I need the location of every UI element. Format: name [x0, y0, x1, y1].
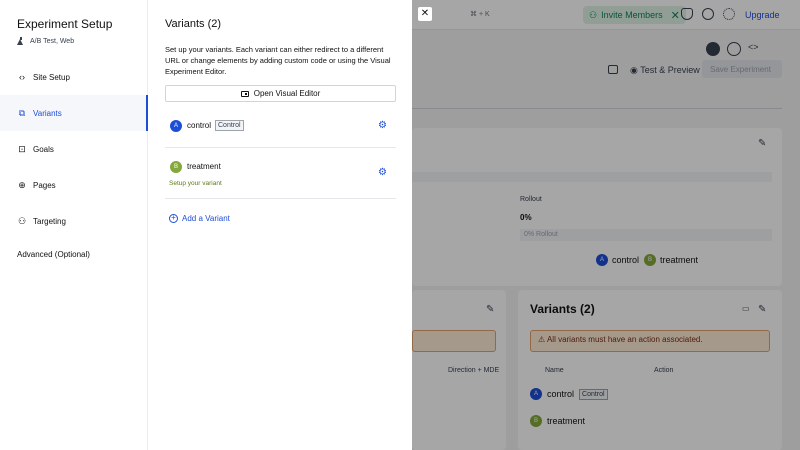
sidebar-item-advanced[interactable]: Advanced (Optional)	[0, 236, 148, 272]
variant-name: control	[187, 121, 212, 130]
sidebar-item-targeting[interactable]: ⚇ Targeting	[0, 203, 148, 239]
variants-icon: ⧉	[18, 108, 26, 118]
panel-description: Set up your variants. Each variant can e…	[165, 45, 391, 76]
sidebar-item-goals[interactable]: ⊡ Goals	[0, 131, 148, 167]
flask-icon	[17, 37, 24, 45]
setup-variant-link[interactable]: Setup your variant	[169, 180, 222, 187]
globe-icon: ⊕	[18, 180, 26, 190]
experiment-type: A/B Test, Web	[17, 37, 74, 45]
editor-icon	[240, 90, 249, 97]
control-tag: Control	[215, 120, 244, 131]
gear-icon[interactable]: ⚙	[378, 168, 388, 178]
open-visual-editor-button[interactable]: Open Visual Editor	[165, 85, 396, 102]
variant-badge: A	[170, 120, 182, 132]
sidebar-title: Experiment Setup	[17, 17, 113, 31]
sidebar-item-variants[interactable]: ⧉ Variants	[0, 95, 148, 131]
gear-icon[interactable]: ⚙	[378, 121, 388, 131]
add-variant-button[interactable]: + Add a Variant	[169, 214, 230, 223]
goals-icon: ⊡	[18, 144, 26, 154]
variant-row-control[interactable]: A control Control ⚙	[165, 110, 396, 148]
close-icon: ✕	[420, 8, 430, 19]
plus-icon: +	[169, 214, 178, 223]
close-modal-button[interactable]: ✕	[418, 7, 432, 21]
panel-title: Variants (2)	[165, 18, 222, 30]
sidebar-item-site-setup[interactable]: ‹› Site Setup	[0, 59, 148, 95]
code-icon: ‹›	[19, 72, 25, 82]
variants-panel: Variants (2) Set up your variants. Each …	[148, 0, 412, 450]
variant-badge: B	[170, 161, 182, 173]
variant-row-treatment[interactable]: B treatment ⚙ Setup your variant	[165, 148, 396, 199]
setup-sidebar: Experiment Setup A/B Test, Web ‹› Site S…	[0, 0, 148, 450]
sidebar-item-pages[interactable]: ⊕ Pages	[0, 167, 148, 203]
variant-name: treatment	[187, 162, 221, 171]
users-icon: ⚇	[17, 216, 27, 226]
